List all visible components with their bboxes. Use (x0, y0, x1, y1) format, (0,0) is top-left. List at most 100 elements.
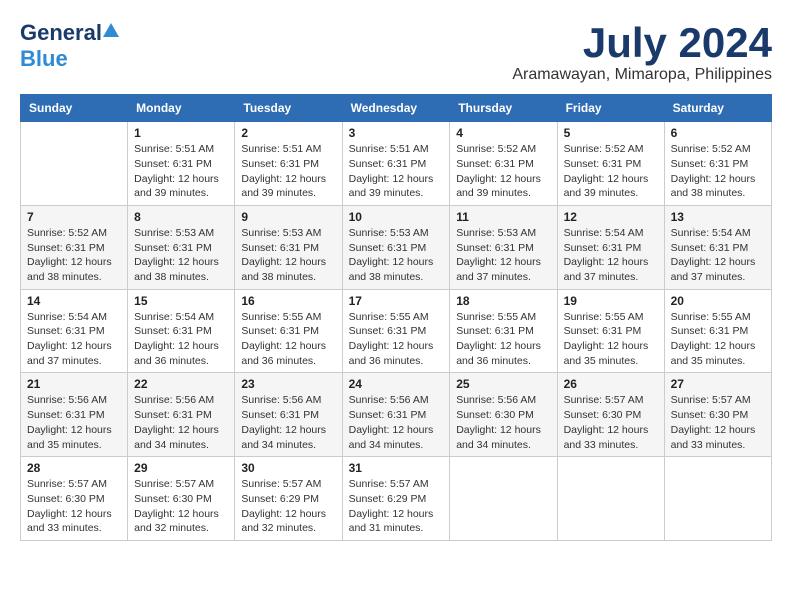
calendar-cell (21, 122, 128, 206)
calendar-week-row: 1Sunrise: 5:51 AM Sunset: 6:31 PM Daylig… (21, 122, 772, 206)
day-number: 11 (456, 210, 550, 224)
day-info: Sunrise: 5:56 AM Sunset: 6:30 PM Dayligh… (456, 393, 550, 452)
calendar-cell (664, 457, 771, 541)
calendar-cell: 22 Sunrise: 5:56 AM Sunset: 6:31 PM Dayli… (128, 373, 235, 457)
weekday-header-row: SundayMondayTuesdayWednesdayThursdayFrid… (21, 95, 772, 122)
calendar-cell: 18Sunrise: 5:55 AM Sunset: 6:31 PM Dayli… (450, 289, 557, 373)
weekday-header-saturday: Saturday (664, 95, 771, 122)
day-number: 19 (564, 294, 658, 308)
calendar-cell: 19 Sunrise: 5:55 AM Sunset: 6:31 PM Dayli… (557, 289, 664, 373)
day-number: 8 (134, 210, 228, 224)
day-number: 2 (241, 126, 335, 140)
calendar-cell: 21Sunrise: 5:56 AM Sunset: 6:31 PM Dayli… (21, 373, 128, 457)
day-number: 31 (349, 461, 444, 475)
calendar-cell: 17Sunrise: 5:55 AM Sunset: 6:31 PM Dayli… (342, 289, 450, 373)
day-info: Sunrise: 5:57 AM Sunset: 6:30 PM Dayligh… (564, 393, 658, 452)
day-number: 27 (671, 377, 765, 391)
day-info: Sunrise: 5:57 AM Sunset: 6:29 PM Dayligh… (349, 477, 444, 536)
day-info: Sunrise: 5:55 AM Sunset: 6:31 PM Dayligh… (349, 310, 444, 369)
day-number: 3 (349, 126, 444, 140)
calendar-cell: 3 Sunrise: 5:51 AM Sunset: 6:31 PM Daylig… (342, 122, 450, 206)
day-info: Sunrise: 5:57 AM Sunset: 6:30 PM Dayligh… (27, 477, 121, 536)
day-info: Sunrise: 5:53 AM Sunset: 6:31 PM Dayligh… (241, 226, 335, 285)
day-info: Sunrise: 5:52 AM Sunset: 6:31 PM Dayligh… (456, 142, 550, 201)
calendar-week-row: 28 Sunrise: 5:57 AM Sunset: 6:30 PM Dayli… (21, 457, 772, 541)
calendar-week-row: 21 Sunrise: 5:56 AM Sunset: 6:31 PM Dayli… (21, 373, 772, 457)
calendar-cell: 20 Sunrise: 5:55 AM Sunset: 6:31 PM Dayli… (664, 289, 771, 373)
day-number: 21 (27, 377, 121, 391)
calendar-week-row: 14 Sunrise: 5:54 AM Sunset: 6:31 PM Dayli… (21, 289, 772, 373)
calendar-cell: 27 Sunrise: 5:57 AM Sunset: 6:30 PM Dayli… (664, 373, 771, 457)
calendar-cell: 30 Sunrise: 5:57 AM Sunset: 6:29 PM Dayli… (235, 457, 342, 541)
logo-triangle-icon (103, 23, 119, 37)
weekday-header-thursday: Thursday (450, 95, 557, 122)
calendar-cell: 10 Sunrise: 5:53 AM Sunset: 6:31 PM Dayli… (342, 205, 450, 289)
day-number: 29 (134, 461, 228, 475)
day-number: 7 (27, 210, 121, 224)
day-number: 12 (564, 210, 658, 224)
day-info: Sunrise: 5:56 AM Sunset: 6:31 PM Dayligh… (349, 393, 444, 452)
logo-general: General (20, 20, 102, 46)
calendar-cell: 1Sunrise: 5:51 AM Sunset: 6:31 PM Daylig… (128, 122, 235, 206)
calendar-cell: 9Sunrise: 5:53 AM Sunset: 6:31 PM Daylig… (235, 205, 342, 289)
day-info: Sunrise: 5:57 AM Sunset: 6:29 PM Dayligh… (241, 477, 335, 536)
day-number: 10 (349, 210, 444, 224)
calendar-cell: 16 Sunrise: 5:55 AM Sunset: 6:31 PM Dayli… (235, 289, 342, 373)
day-info: Sunrise: 5:54 AM Sunset: 6:31 PM Dayligh… (134, 310, 228, 369)
calendar-cell: 13Sunrise: 5:54 AM Sunset: 6:31 PM Dayli… (664, 205, 771, 289)
day-number: 28 (27, 461, 121, 475)
calendar-cell: 28 Sunrise: 5:57 AM Sunset: 6:30 PM Dayli… (21, 457, 128, 541)
day-info: Sunrise: 5:53 AM Sunset: 6:31 PM Dayligh… (349, 226, 444, 285)
title-area: July 2024 Aramawayan, Mimaropa, Philippi… (512, 20, 772, 84)
day-info: Sunrise: 5:55 AM Sunset: 6:31 PM Dayligh… (564, 310, 658, 369)
day-number: 6 (671, 126, 765, 140)
calendar-cell: 12 Sunrise: 5:54 AM Sunset: 6:31 PM Dayli… (557, 205, 664, 289)
day-number: 15 (134, 294, 228, 308)
day-number: 4 (456, 126, 550, 140)
day-number: 20 (671, 294, 765, 308)
weekday-header-tuesday: Tuesday (235, 95, 342, 122)
calendar-cell: 7 Sunrise: 5:52 AM Sunset: 6:31 PM Daylig… (21, 205, 128, 289)
day-number: 22 (134, 377, 228, 391)
day-info: Sunrise: 5:53 AM Sunset: 6:31 PM Dayligh… (134, 226, 228, 285)
weekday-header-monday: Monday (128, 95, 235, 122)
calendar-cell: 5Sunrise: 5:52 AM Sunset: 6:31 PM Daylig… (557, 122, 664, 206)
location-title: Aramawayan, Mimaropa, Philippines (512, 66, 772, 84)
day-info: Sunrise: 5:55 AM Sunset: 6:31 PM Dayligh… (671, 310, 765, 369)
calendar-cell: 31 Sunrise: 5:57 AM Sunset: 6:29 PM Dayli… (342, 457, 450, 541)
calendar-table: SundayMondayTuesdayWednesdayThursdayFrid… (20, 94, 772, 541)
logo-blue: Blue (20, 46, 68, 72)
day-info: Sunrise: 5:52 AM Sunset: 6:31 PM Dayligh… (27, 226, 121, 285)
day-number: 14 (27, 294, 121, 308)
day-info: Sunrise: 5:54 AM Sunset: 6:31 PM Dayligh… (564, 226, 658, 285)
calendar-cell: 26 Sunrise: 5:57 AM Sunset: 6:30 PM Dayli… (557, 373, 664, 457)
calendar-cell: 23 Sunrise: 5:56 AM Sunset: 6:31 PM Dayli… (235, 373, 342, 457)
calendar-cell: 24Sunrise: 5:56 AM Sunset: 6:31 PM Dayli… (342, 373, 450, 457)
calendar-cell: 25Sunrise: 5:56 AM Sunset: 6:30 PM Dayli… (450, 373, 557, 457)
day-number: 23 (241, 377, 335, 391)
month-title: July 2024 (512, 20, 772, 66)
day-number: 26 (564, 377, 658, 391)
day-number: 16 (241, 294, 335, 308)
day-info: Sunrise: 5:51 AM Sunset: 6:31 PM Dayligh… (349, 142, 444, 201)
calendar-cell: 29Sunrise: 5:57 AM Sunset: 6:30 PM Dayli… (128, 457, 235, 541)
header: General Blue July 2024 Aramawayan, Mimar… (20, 20, 772, 84)
calendar-cell: 14 Sunrise: 5:54 AM Sunset: 6:31 PM Dayli… (21, 289, 128, 373)
day-info: Sunrise: 5:56 AM Sunset: 6:31 PM Dayligh… (134, 393, 228, 452)
day-info: Sunrise: 5:54 AM Sunset: 6:31 PM Dayligh… (671, 226, 765, 285)
calendar-cell (450, 457, 557, 541)
day-info: Sunrise: 5:51 AM Sunset: 6:31 PM Dayligh… (134, 142, 228, 201)
calendar-cell: 11Sunrise: 5:53 AM Sunset: 6:31 PM Dayli… (450, 205, 557, 289)
day-info: Sunrise: 5:56 AM Sunset: 6:31 PM Dayligh… (241, 393, 335, 452)
day-info: Sunrise: 5:55 AM Sunset: 6:31 PM Dayligh… (241, 310, 335, 369)
logo: General Blue (20, 20, 119, 72)
calendar-cell: 6Sunrise: 5:52 AM Sunset: 6:31 PM Daylig… (664, 122, 771, 206)
calendar-cell: 4 Sunrise: 5:52 AM Sunset: 6:31 PM Daylig… (450, 122, 557, 206)
day-number: 30 (241, 461, 335, 475)
calendar-cell: 2 Sunrise: 5:51 AM Sunset: 6:31 PM Daylig… (235, 122, 342, 206)
day-info: Sunrise: 5:57 AM Sunset: 6:30 PM Dayligh… (671, 393, 765, 452)
weekday-header-wednesday: Wednesday (342, 95, 450, 122)
calendar-cell: 15 Sunrise: 5:54 AM Sunset: 6:31 PM Dayli… (128, 289, 235, 373)
day-info: Sunrise: 5:51 AM Sunset: 6:31 PM Dayligh… (241, 142, 335, 201)
day-info: Sunrise: 5:54 AM Sunset: 6:31 PM Dayligh… (27, 310, 121, 369)
